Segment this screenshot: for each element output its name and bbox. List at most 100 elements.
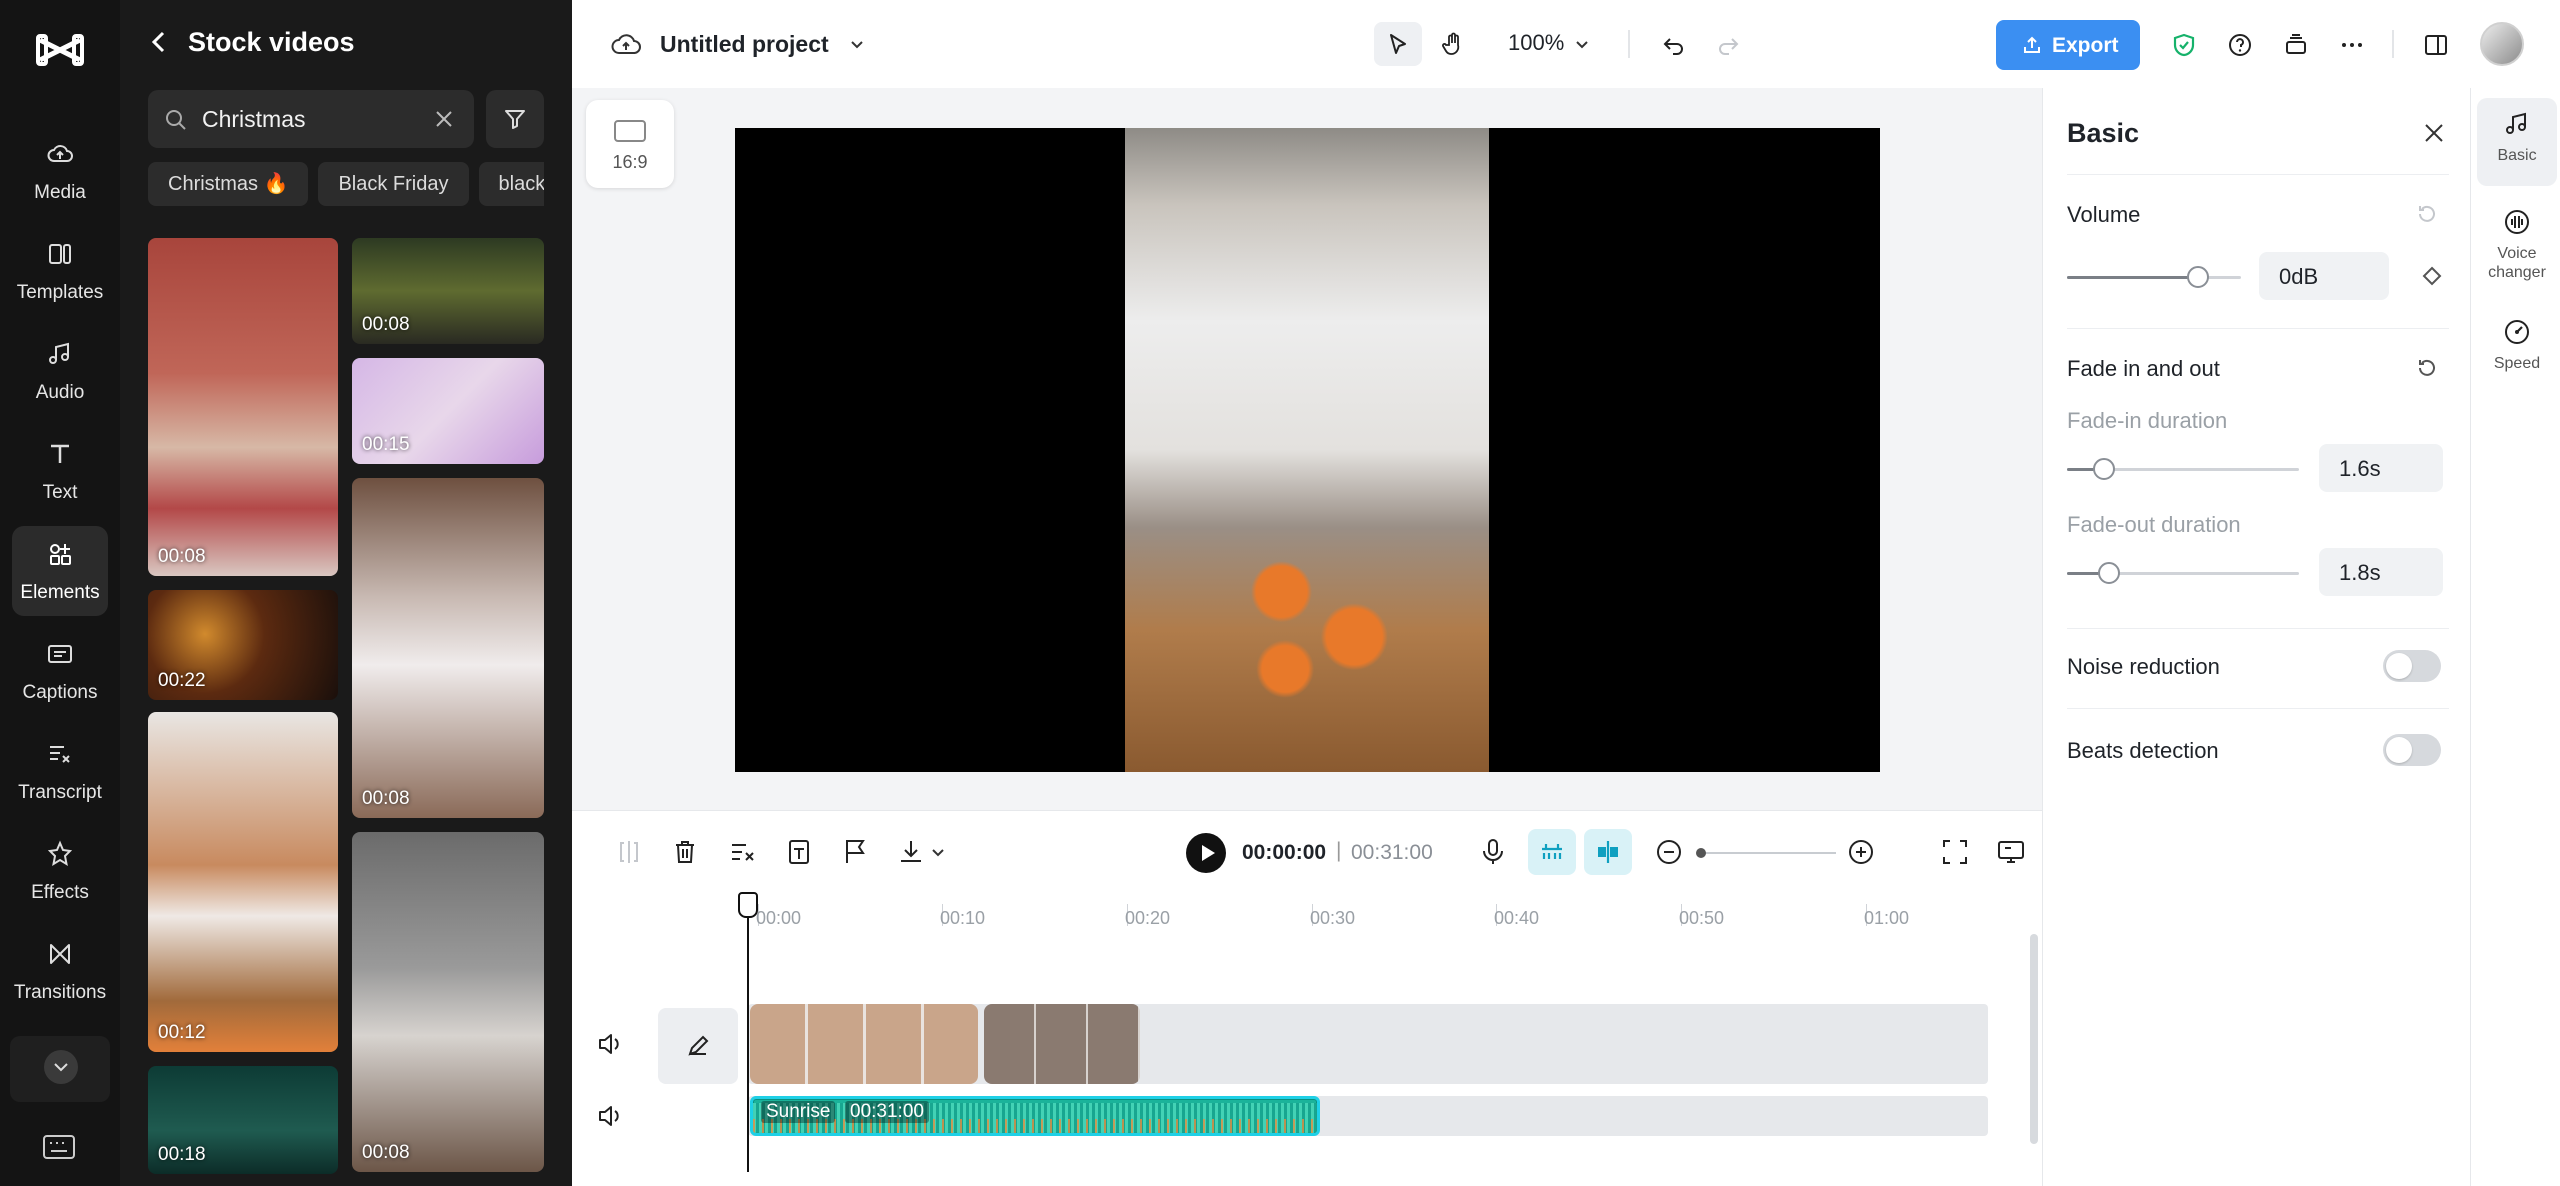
noise-reduction-toggle[interactable] xyxy=(2383,650,2441,682)
hand-tool-button[interactable] xyxy=(1430,22,1478,66)
play-button[interactable] xyxy=(1186,833,1226,873)
fade-out-value-field[interactable]: 1.8s xyxy=(2319,548,2443,596)
project-menu[interactable]: Untitled project xyxy=(610,26,867,62)
reset-icon[interactable] xyxy=(2415,202,2439,226)
video-thumbnail[interactable]: 00:22 xyxy=(148,590,338,700)
microphone-icon[interactable] xyxy=(1478,837,1508,867)
fade-out-slider[interactable] xyxy=(2067,562,2299,584)
stack-icon xyxy=(2286,34,2306,54)
beats-detection-toggle[interactable] xyxy=(2383,734,2441,766)
speaker-icon[interactable] xyxy=(596,1030,624,1058)
speaker-icon[interactable] xyxy=(596,1102,624,1130)
help-button[interactable] xyxy=(2216,22,2264,66)
toggle-panel-button[interactable] xyxy=(2412,22,2460,66)
undo-icon xyxy=(1663,38,1683,55)
tab-voice-changer[interactable]: Voice changer xyxy=(2477,196,2557,296)
clear-icon[interactable] xyxy=(434,109,454,129)
crop-split-icon[interactable] xyxy=(728,837,758,867)
divider xyxy=(2067,328,2449,329)
split-icon[interactable] xyxy=(614,837,644,867)
export-button[interactable]: Export xyxy=(1996,20,2140,70)
chevron-down-icon[interactable] xyxy=(928,837,948,867)
nav-item-audio[interactable]: Audio xyxy=(12,326,108,416)
transitions-icon xyxy=(50,944,70,964)
video-clip[interactable] xyxy=(984,1004,1140,1084)
fade-in-slider[interactable] xyxy=(2067,458,2299,480)
undo-button[interactable] xyxy=(1650,22,1698,66)
nav-item-transitions[interactable]: Transitions xyxy=(12,926,108,1016)
nav-item-captions[interactable]: Captions xyxy=(12,626,108,716)
preview-canvas[interactable] xyxy=(735,128,1880,772)
layers-button[interactable] xyxy=(2272,22,2320,66)
chip-black[interactable]: black xyxy=(478,162,544,206)
tab-basic[interactable]: Basic xyxy=(2477,98,2557,186)
screen-preview-icon[interactable] xyxy=(1996,837,2026,867)
video-thumbnail[interactable]: 00:08 xyxy=(352,238,544,344)
video-clip[interactable] xyxy=(750,1004,978,1084)
magnet-snap-toggle[interactable] xyxy=(1528,829,1576,875)
security-button[interactable] xyxy=(2160,22,2208,66)
search-input[interactable]: Christmas xyxy=(148,90,474,148)
fullscreen-icon[interactable] xyxy=(1940,837,1970,867)
freeze-frame-icon[interactable] xyxy=(784,837,814,867)
volume-value-field[interactable]: 0dB xyxy=(2259,252,2389,300)
keyframe-diamond-icon[interactable] xyxy=(2421,265,2443,287)
edit-cover-button[interactable] xyxy=(658,1008,738,1084)
chevron-down-icon[interactable] xyxy=(1572,34,1592,54)
fade-out-slider-knob[interactable] xyxy=(2097,562,2120,584)
keyboard-shortcuts-icon[interactable] xyxy=(42,1134,76,1160)
close-icon[interactable] xyxy=(2421,120,2447,146)
zoom-out-icon[interactable] xyxy=(1654,837,1684,867)
video-thumbnail[interactable]: 00:08 xyxy=(148,238,338,576)
nav-item-label: Templates xyxy=(16,282,104,303)
thumbnail-duration: 00:08 xyxy=(362,788,410,809)
filter-button[interactable] xyxy=(486,90,544,148)
zoom-in-icon[interactable] xyxy=(1846,837,1876,867)
avatar[interactable] xyxy=(2480,22,2524,66)
video-thumbnail[interactable]: 00:18 xyxy=(148,1066,338,1174)
nav-item-elements[interactable]: Elements xyxy=(12,526,108,616)
capcut-logo-icon[interactable] xyxy=(36,30,84,70)
select-tool-button[interactable] xyxy=(1374,22,1422,66)
nav-item-text[interactable]: Text xyxy=(12,426,108,516)
delete-icon[interactable] xyxy=(670,837,700,867)
nav-item-label: Media xyxy=(34,182,86,203)
volume-slider-knob[interactable] xyxy=(2186,266,2209,288)
video-thumbnail[interactable]: 00:08 xyxy=(352,832,544,1172)
download-icon[interactable] xyxy=(896,837,926,867)
more-options-button[interactable] xyxy=(2328,22,2376,66)
video-thumbnail[interactable]: 00:08 xyxy=(352,478,544,818)
toggle-knob xyxy=(2386,737,2412,763)
video-thumbnail[interactable]: 00:15 xyxy=(352,358,544,464)
video-thumbnail[interactable]: 00:12 xyxy=(148,712,338,1052)
tab-speed[interactable]: Speed xyxy=(2477,306,2557,386)
timeline-zoom-slider[interactable] xyxy=(1698,852,1836,854)
fade-in-slider-knob[interactable] xyxy=(2093,458,2116,480)
audio-clip[interactable]: Sunrise 00:31:00 xyxy=(750,1096,1320,1136)
timeline-scrollbar[interactable] xyxy=(2030,934,2038,1144)
chip-black-friday[interactable]: Black Friday xyxy=(318,162,469,206)
timeline-zoom-knob[interactable] xyxy=(1696,848,1706,858)
divider xyxy=(2067,174,2449,175)
video-preview-frame[interactable] xyxy=(1125,128,1489,772)
reset-icon[interactable] xyxy=(2415,356,2439,380)
volume-slider[interactable] xyxy=(2067,266,2241,288)
pencil-icon xyxy=(688,1035,709,1056)
redo-button[interactable] xyxy=(1704,22,1752,66)
marker-flag-icon[interactable] xyxy=(840,837,870,867)
zoom-level[interactable]: 100% xyxy=(1508,30,1564,56)
playhead[interactable] xyxy=(747,894,749,1172)
nav-item-effects[interactable]: Effects xyxy=(12,826,108,916)
nav-item-transcript[interactable]: Transcript xyxy=(12,726,108,816)
nav-item-label: Transcript xyxy=(18,782,102,803)
linkage-toggle[interactable] xyxy=(1584,829,1632,875)
nav-more-button[interactable] xyxy=(10,1036,110,1102)
chip-christmas[interactable]: Christmas 🔥 xyxy=(148,162,309,206)
aspect-ratio-button[interactable]: 16:9 xyxy=(586,100,674,188)
back-arrow-icon[interactable] xyxy=(148,29,170,55)
fade-in-value-field[interactable]: 1.6s xyxy=(2319,444,2443,492)
nav-item-templates[interactable]: Templates xyxy=(12,226,108,316)
nav-item-media[interactable]: Media xyxy=(12,126,108,216)
voice-changer-icon xyxy=(2505,210,2529,234)
playhead-handle[interactable] xyxy=(738,892,758,918)
